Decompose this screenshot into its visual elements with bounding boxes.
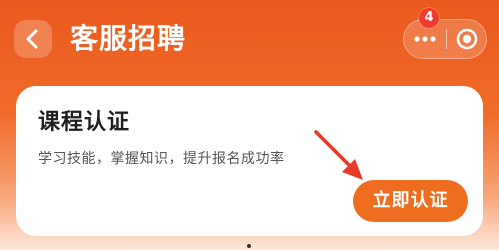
chevron-left-icon xyxy=(26,29,38,49)
back-button[interactable] xyxy=(14,20,52,58)
card-description: 学习技能，掌握知识，提升报名成功率 xyxy=(38,151,285,167)
card-title: 课程认证 xyxy=(38,110,131,135)
more-dots-icon xyxy=(414,36,436,42)
course-certification-card: 课程认证 学习技能，掌握知识，提升报名成功率 立即认证 xyxy=(16,86,483,236)
annotation-arrow-icon xyxy=(314,130,363,180)
page-title: 客服招聘 xyxy=(70,22,187,55)
scroll-indicator xyxy=(247,244,251,248)
target-circle-icon xyxy=(456,28,478,50)
mini-program-capsule xyxy=(403,19,487,59)
app-header: 客服招聘 4 xyxy=(0,0,499,78)
notification-badge: 4 xyxy=(419,8,439,28)
close-mini-program-button[interactable] xyxy=(447,20,487,58)
certify-now-button[interactable]: 立即认证 xyxy=(353,180,468,222)
